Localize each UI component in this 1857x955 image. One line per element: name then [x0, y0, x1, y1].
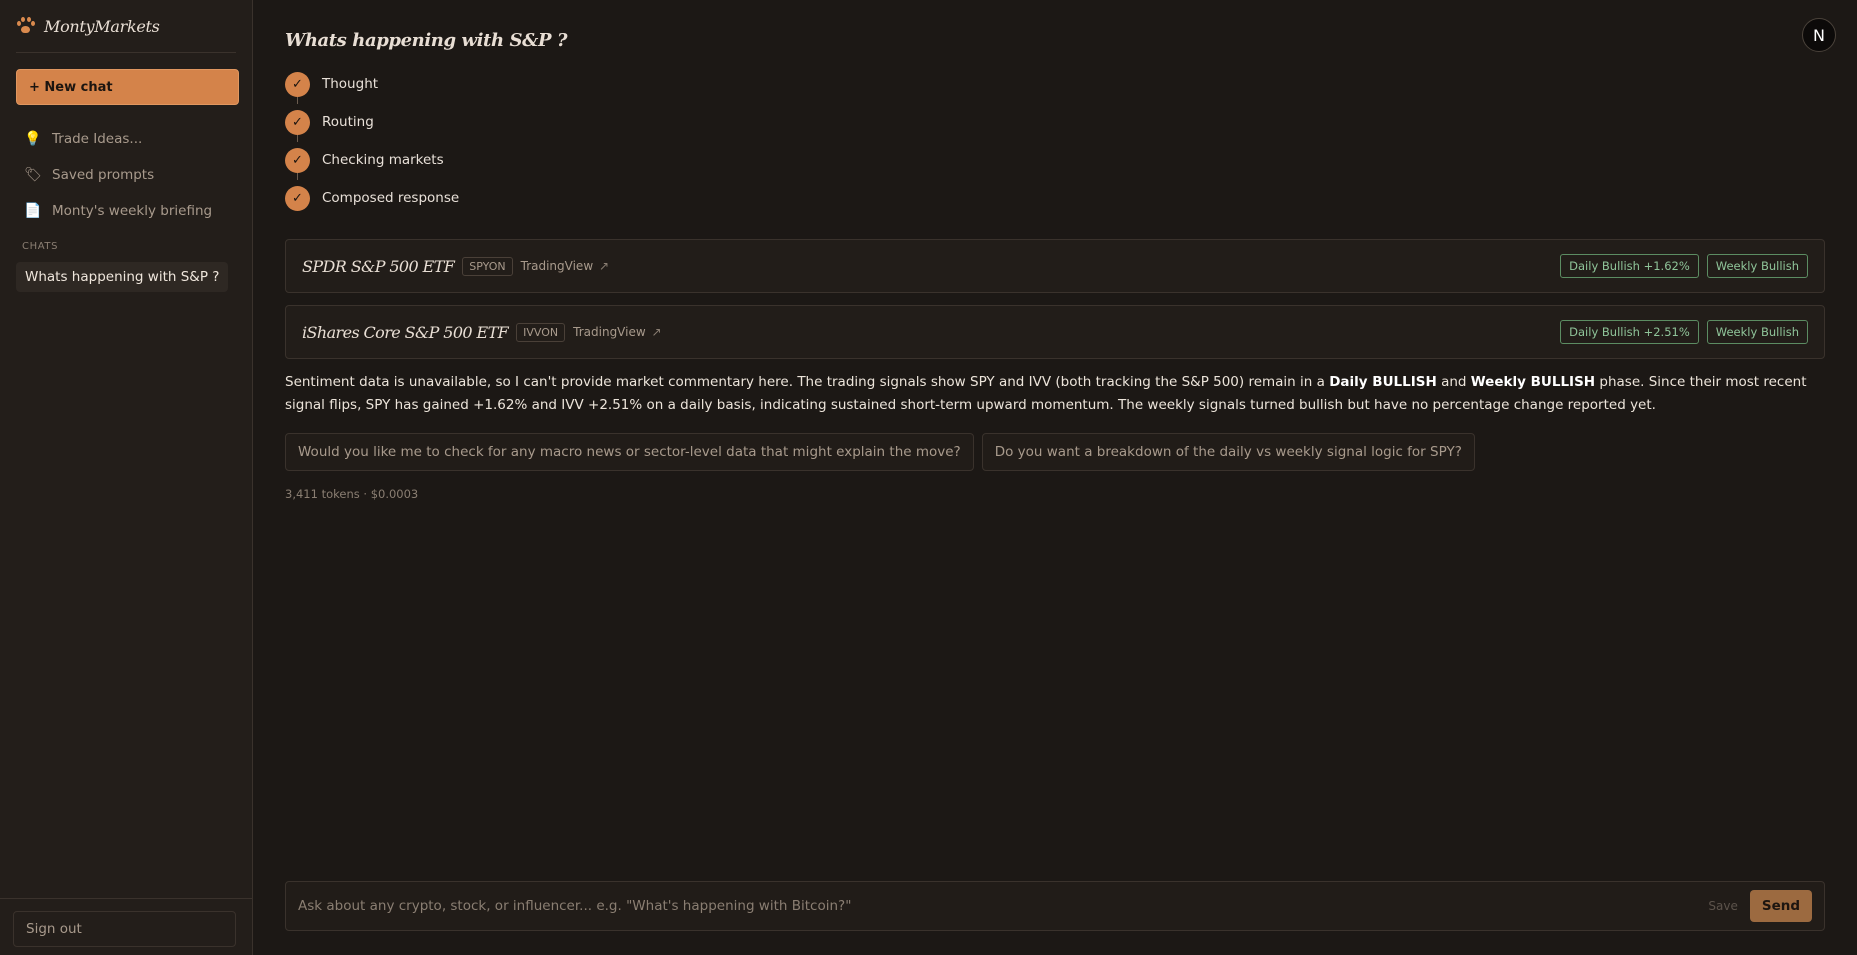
page-title: Whats happening with S&P ?	[285, 30, 568, 51]
check-icon: ✓	[285, 109, 310, 135]
chats-section-label: CHATS	[22, 241, 59, 252]
followup-button[interactable]: Would you like me to check for any macro…	[285, 433, 974, 471]
main-panel: N Whats happening with S&P ? ✓ Thought ✓…	[253, 0, 1857, 955]
step-item: ✓ Composed response	[285, 179, 1825, 217]
asset-cards: SPDR S&P 500 ETF SPYON TradingView ↗ Dai…	[285, 239, 1825, 359]
sidebar-item-weekly-briefing[interactable]: 📄 Monty's weekly briefing	[16, 193, 236, 229]
step-label: Checking markets	[322, 152, 444, 168]
chat-input[interactable]	[298, 898, 1709, 914]
sidebar: MontyMarkets + New chat 💡 Trade Ideas...…	[0, 0, 253, 955]
signal-badges: Daily Bullish +1.62% Weekly Bullish	[1560, 254, 1808, 278]
tradingview-link[interactable]: TradingView ↗	[573, 325, 661, 339]
response-text: and	[1436, 374, 1471, 390]
avatar[interactable]: N	[1802, 18, 1836, 52]
response-text: Sentiment data is unavailable, so I can'…	[285, 374, 1330, 390]
assistant-response: Sentiment data is unavailable, so I can'…	[285, 371, 1825, 417]
daily-signal-badge: Daily Bullish +2.51%	[1560, 320, 1699, 344]
token-usage: 3,411 tokens · $0.0003	[285, 487, 419, 501]
tradingview-link[interactable]: TradingView ↗	[521, 259, 609, 273]
sidebar-nav: 💡 Trade Ideas... 🏷 Saved prompts 📄 Monty…	[16, 121, 236, 229]
sidebar-item-saved-prompts[interactable]: 🏷 Saved prompts	[16, 157, 236, 193]
sign-out-button[interactable]: Sign out	[13, 911, 236, 947]
asset-card: iShares Core S&P 500 ETF IVVON TradingVi…	[285, 305, 1825, 359]
step-label: Composed response	[322, 190, 460, 206]
response-emphasis: Weekly BULLISH	[1470, 374, 1596, 390]
check-icon: ✓	[285, 147, 310, 173]
response-emphasis: Daily BULLISH	[1329, 374, 1437, 390]
check-icon: ✓	[285, 185, 310, 211]
asset-card: SPDR S&P 500 ETF SPYON TradingView ↗ Dai…	[285, 239, 1825, 293]
followup-button[interactable]: Do you want a breakdown of the daily vs …	[981, 433, 1475, 471]
tradingview-link-label: TradingView	[520, 259, 594, 273]
step-label: Thought	[322, 76, 379, 92]
lightbulb-icon: 💡	[24, 131, 42, 147]
tag-icon: 🏷	[24, 167, 42, 183]
daily-signal-badge: Daily Bullish +1.62%	[1560, 254, 1699, 278]
external-link-icon: ↗	[595, 259, 610, 273]
send-button[interactable]: Send	[1749, 890, 1812, 922]
sidebar-item-label: Trade Ideas...	[52, 131, 143, 147]
signal-badges: Daily Bullish +2.51% Weekly Bullish	[1560, 320, 1808, 344]
sidebar-item-label: Saved prompts	[52, 167, 155, 183]
asset-name: SPDR S&P 500 ETF	[302, 256, 455, 276]
sidebar-footer: Sign out	[0, 898, 252, 955]
followup-suggestions: Would you like me to check for any macro…	[285, 433, 1825, 471]
composer: Save Send	[285, 881, 1825, 931]
document-icon: 📄	[24, 203, 42, 219]
step-label: Routing	[322, 114, 374, 130]
progress-steps: ✓ Thought ✓ Routing ✓ Checking markets ✓…	[285, 65, 1825, 217]
chat-item[interactable]: Whats happening with S&P ?	[16, 262, 229, 292]
save-button[interactable]: Save	[1708, 899, 1737, 913]
sidebar-item-trade-ideas[interactable]: 💡 Trade Ideas...	[16, 121, 236, 157]
tradingview-link-label: TradingView	[573, 325, 646, 339]
sidebar-item-label: Monty's weekly briefing	[52, 203, 213, 219]
app-root: MontyMarkets + New chat 💡 Trade Ideas...…	[0, 0, 1857, 955]
step-item: ✓ Thought	[285, 65, 1825, 104]
check-icon: ✓	[285, 71, 310, 97]
ticker-badge: SPYON	[462, 256, 513, 276]
external-link-icon: ↗	[647, 325, 662, 339]
paw-icon	[16, 16, 36, 36]
new-chat-button[interactable]: + New chat	[16, 69, 239, 105]
brand[interactable]: MontyMarkets	[16, 0, 236, 53]
asset-name: iShares Core S&P 500 ETF	[302, 322, 509, 342]
weekly-signal-badge: Weekly Bullish	[1706, 320, 1808, 344]
step-item: ✓ Checking markets	[285, 141, 1825, 180]
ticker-badge: IVVON	[516, 322, 566, 342]
step-item: ✓ Routing	[285, 103, 1825, 142]
weekly-signal-badge: Weekly Bullish	[1706, 254, 1808, 278]
brand-name: MontyMarkets	[44, 16, 160, 36]
